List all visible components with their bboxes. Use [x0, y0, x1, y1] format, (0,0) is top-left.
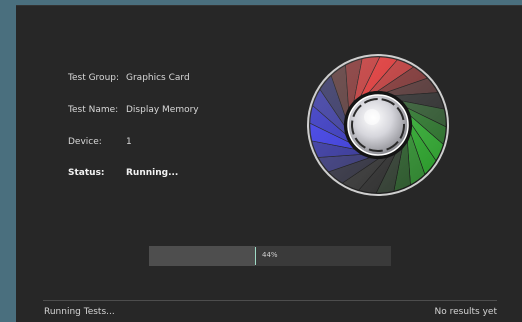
progress-percent: 44% [262, 251, 278, 259]
test-group-value: Graphics Card [126, 73, 190, 83]
test-group-row: Test Group: Graphics Card [68, 73, 190, 83]
status-row: Status: Running... [68, 168, 178, 178]
test-name-label: Test Name: [68, 105, 119, 115]
device-label: Device: [68, 137, 102, 147]
status-label: Status: [68, 168, 105, 178]
footer-results: No results yet [434, 307, 497, 317]
progress-bar: 44% [149, 246, 391, 266]
device-row: Device: 1 [68, 137, 132, 147]
test-window: Test Group: Graphics Card Test Name: Dis… [16, 5, 522, 322]
status-value: Running... [126, 168, 179, 178]
color-fan-icon [307, 54, 449, 196]
test-group-label: Test Group: [68, 73, 120, 83]
test-name-value: Display Memory [126, 105, 199, 115]
progress-edge [255, 247, 256, 265]
device-value: 1 [126, 137, 132, 147]
test-name-row: Test Name: Display Memory [68, 105, 199, 115]
footer-status: Running Tests... [44, 307, 115, 317]
footer-divider [43, 300, 497, 301]
progress-fill [149, 246, 255, 266]
